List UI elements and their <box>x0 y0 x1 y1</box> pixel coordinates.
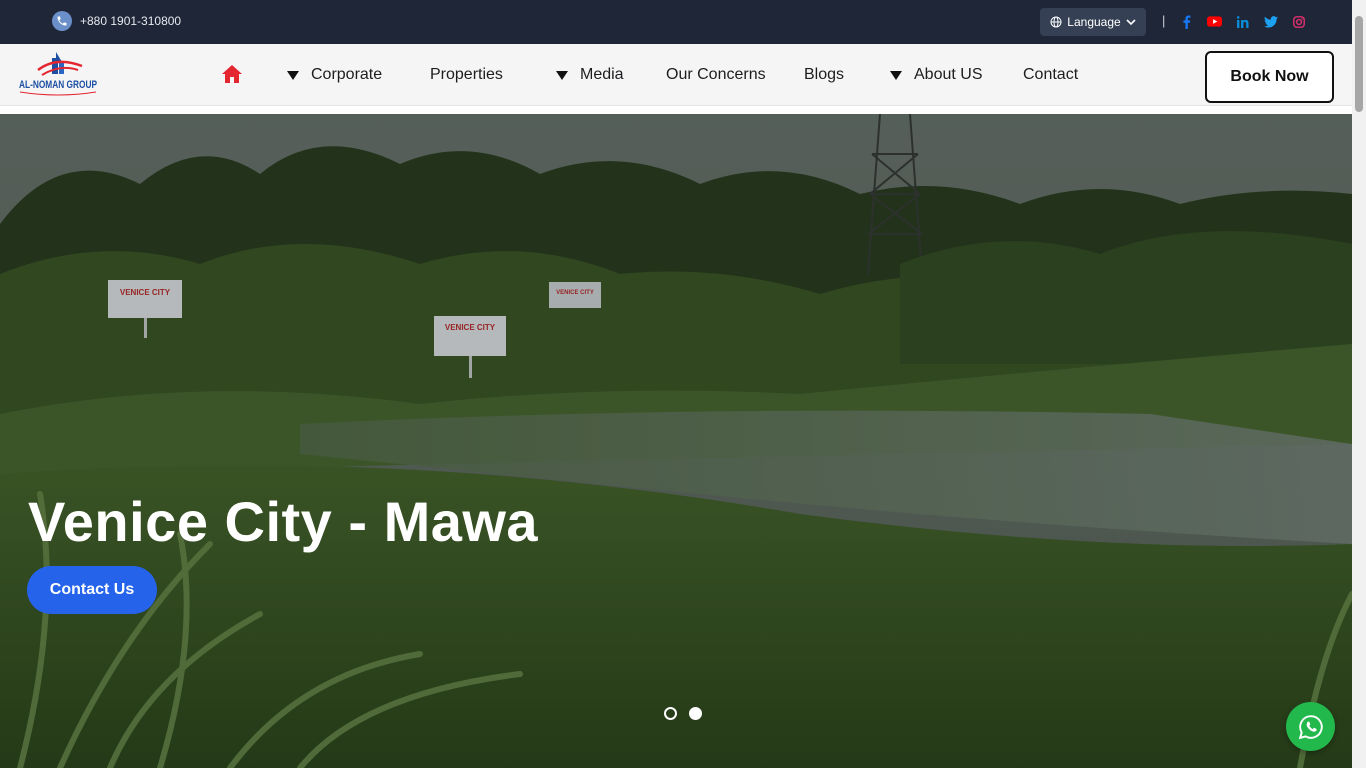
phone-icon <box>52 11 72 31</box>
slide-dot-2[interactable] <box>689 707 702 720</box>
caret-down-icon <box>890 70 902 80</box>
whatsapp-icon <box>1298 714 1323 739</box>
logo-text: AL-NOMAN GROUP <box>19 79 97 91</box>
nav-our-concerns-label: Our Concerns <box>666 66 766 83</box>
caret-down-icon <box>556 70 568 80</box>
nav-media-label: Media <box>580 66 624 83</box>
nav-blogs[interactable]: Blogs <box>804 66 844 84</box>
nav-our-concerns[interactable]: Our Concerns <box>666 66 766 84</box>
nav-about-us-label: About US <box>914 66 983 83</box>
nav-properties[interactable]: Properties <box>430 66 503 84</box>
nav-contact[interactable]: Contact <box>1023 66 1078 84</box>
slide-dot-1[interactable] <box>664 707 677 720</box>
separator: | <box>1162 13 1166 28</box>
phone-number: +880 1901-310800 <box>80 14 182 28</box>
nav-properties-label: Properties <box>430 66 503 83</box>
top-bar: +880 1901-310800 Language | <box>0 0 1352 44</box>
youtube-icon[interactable] <box>1206 13 1223 30</box>
home-icon[interactable] <box>221 64 243 84</box>
nav-contact-label: Contact <box>1023 66 1079 83</box>
hero-title: Venice City - Mawa <box>28 490 539 553</box>
nav-corporate-label: Corporate <box>311 66 383 83</box>
linkedin-icon[interactable] <box>1234 13 1251 30</box>
globe-icon <box>1050 16 1062 28</box>
caret-down-icon <box>287 70 299 80</box>
chevron-down-icon <box>1126 19 1136 26</box>
book-now-button[interactable]: Book Now <box>1205 51 1334 103</box>
twitter-icon[interactable] <box>1262 13 1279 30</box>
contact-us-button[interactable]: Contact Us <box>27 566 157 614</box>
phone-contact[interactable]: +880 1901-310800 <box>52 11 181 31</box>
page-scrollbar[interactable] <box>1352 0 1366 768</box>
nav-corporate[interactable]: Corporate <box>287 66 382 84</box>
social-links <box>1178 13 1307 30</box>
main-navigation: AL-NOMAN GROUP Corporate Properties Medi… <box>0 44 1352 106</box>
nav-media[interactable]: Media <box>556 66 624 84</box>
nav-about-us[interactable]: About US <box>890 66 982 84</box>
company-logo[interactable]: AL-NOMAN GROUP <box>16 48 100 102</box>
language-dropdown[interactable]: Language <box>1040 8 1146 36</box>
scrollbar-thumb[interactable] <box>1355 16 1363 112</box>
whatsapp-button[interactable] <box>1286 702 1335 751</box>
hero-slider: VENICE CITY VENICE CITY VENICE CITY Veni… <box>0 114 1352 768</box>
language-label: Language <box>1067 15 1121 29</box>
slider-pagination <box>664 707 702 720</box>
instagram-icon[interactable] <box>1290 13 1307 30</box>
facebook-icon[interactable] <box>1178 13 1195 30</box>
hero-background-image: VENICE CITY VENICE CITY VENICE CITY <box>0 114 1352 768</box>
nav-blogs-label: Blogs <box>804 66 845 83</box>
